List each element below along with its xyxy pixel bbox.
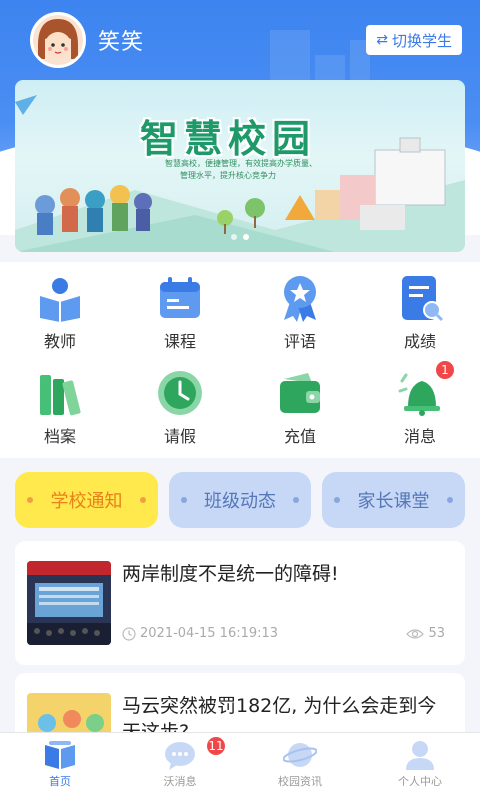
grid-item-comment[interactable]: 评语	[240, 262, 360, 357]
tabbar-messages-badge: 11	[205, 735, 227, 757]
grid-item-label: 评语	[283, 332, 316, 351]
grid-item-label: 消息	[403, 427, 436, 446]
header: 笑笑 ⇄ 切换学生	[0, 0, 480, 80]
archive-books-icon	[36, 369, 84, 417]
swap-arrows-icon: ⇄	[376, 32, 388, 48]
username: 笑笑	[98, 30, 145, 55]
clock-icon	[156, 369, 204, 417]
user-profile-icon	[403, 739, 437, 771]
news-thumbnail	[27, 561, 111, 645]
grid-item-course[interactable]: 课程	[120, 262, 240, 357]
pagination-dot-active[interactable]	[243, 234, 249, 240]
tab-parent-class[interactable]: 家长课堂	[322, 472, 465, 528]
clock-outline-icon	[122, 626, 136, 641]
grid-item-recharge[interactable]: 充值	[240, 357, 360, 452]
bell-icon: 1	[396, 359, 456, 417]
grid-item-leave[interactable]: 请假	[120, 357, 240, 452]
tab-dot-left	[334, 497, 340, 503]
messages-badge: 1	[434, 359, 456, 381]
home-book-icon	[43, 739, 77, 771]
grid-item-archive[interactable]: 档案	[0, 357, 120, 452]
tab-class-updates[interactable]: 班级动态	[169, 472, 311, 528]
grid-item-label: 成绩	[403, 332, 436, 351]
tabbar-label: 沃消息	[163, 775, 197, 788]
pagination-dot[interactable]	[231, 234, 237, 240]
news-views-count: 53	[428, 626, 445, 641]
planet-icon	[282, 739, 318, 771]
girl-avatar-icon	[33, 15, 83, 65]
switch-student-button[interactable]: ⇄ 切换学生	[366, 25, 462, 55]
bottom-tab-bar: 首页 11 沃消息 校园资讯 个人中心	[0, 732, 480, 800]
tab-label: 家长课堂	[357, 491, 430, 512]
grid-item-label: 课程	[163, 332, 196, 351]
tab-dot-left	[27, 497, 33, 503]
chat-bubble-icon: 11	[163, 735, 227, 771]
eye-icon	[406, 628, 425, 639]
tabbar-home[interactable]: 首页	[0, 733, 120, 800]
banner-title: 智慧校园	[140, 117, 317, 161]
grid-item-teacher[interactable]: 教师	[0, 262, 120, 357]
grid-item-label: 档案	[43, 427, 76, 446]
banner-pagination	[15, 234, 465, 240]
news-views: 53	[406, 626, 445, 641]
promo-banner[interactable]: 智慧校园 智慧高校，便捷管理，有效提高办学质量、 管理水平，提升核心竞争力	[15, 80, 465, 252]
banner-subtitle-line2: 管理水平，提升核心竞争力	[180, 171, 276, 180]
grid-item-label: 充值	[283, 427, 316, 446]
grid-item-label: 请假	[163, 427, 196, 446]
news-title: 两岸制度不是统一的障碍!	[122, 563, 339, 585]
tab-dot-left	[181, 497, 187, 503]
tab-school-notice[interactable]: 学校通知	[15, 472, 158, 528]
tab-label: 班级动态	[204, 491, 276, 512]
grid-item-grades[interactable]: 成绩	[360, 262, 480, 357]
news-time-text: 2021-04-15 16:19:13	[140, 626, 279, 641]
tab-dot-right	[447, 497, 453, 503]
avatar[interactable]	[30, 12, 86, 68]
news-timestamp: 2021-04-15 16:19:13	[122, 626, 278, 641]
tab-label: 学校通知	[50, 491, 123, 512]
tabbar-campus-news[interactable]: 校园资讯	[240, 733, 360, 800]
news-card[interactable]: 两岸制度不是统一的障碍! 2021-04-15 16:19:13 53	[15, 541, 465, 665]
banner-subtitle-line1: 智慧高校，便捷管理，有效提高办学质量、	[165, 159, 317, 168]
grid-item-label: 教师	[43, 332, 76, 351]
tabbar-label: 首页	[49, 775, 71, 788]
teacher-book-icon	[36, 274, 84, 322]
switch-student-label: 切换学生	[391, 31, 452, 50]
grid-item-messages[interactable]: 1 消息	[360, 357, 480, 452]
tabbar-label: 校园资讯	[278, 775, 322, 788]
calendar-icon	[156, 274, 204, 322]
tabbar-messages[interactable]: 11 沃消息	[120, 733, 240, 800]
award-ribbon-icon	[276, 274, 324, 322]
tab-dot-right	[293, 497, 299, 503]
tab-dot-right	[140, 497, 146, 503]
report-search-icon	[396, 274, 444, 322]
function-grid: 教师 课程 评语 成绩 档案 请假 充值 1 消息	[0, 262, 480, 458]
tabbar-profile[interactable]: 个人中心	[360, 733, 480, 800]
news-category-tabs: 学校通知 班级动态 家长课堂	[0, 472, 480, 528]
wallet-icon	[276, 369, 324, 417]
tabbar-label: 个人中心	[398, 775, 442, 788]
